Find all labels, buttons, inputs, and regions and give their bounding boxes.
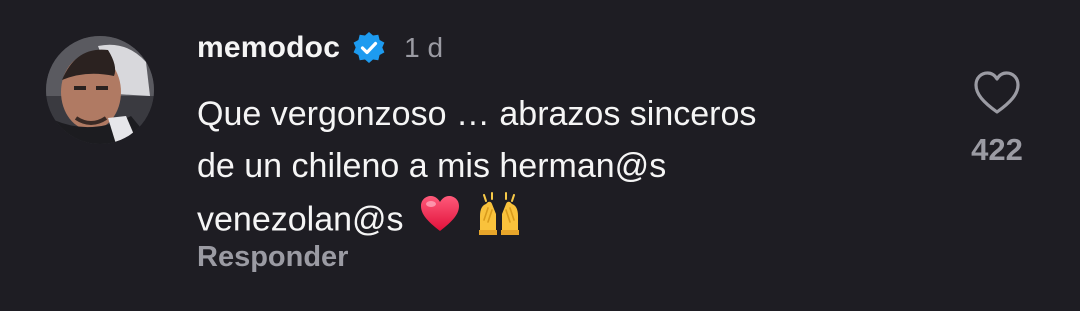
comment-text-line: Que vergonzoso … abrazos sinceros xyxy=(197,95,757,133)
raising-hands-emoji-icon xyxy=(476,192,522,251)
like-count: 422 xyxy=(971,132,1023,167)
heart-emoji-icon xyxy=(419,194,461,249)
timestamp: 1 d xyxy=(404,32,444,63)
username[interactable]: memodoc xyxy=(197,31,340,65)
avatar-photo xyxy=(46,36,154,144)
comment-text-line: de un chileno a mis herman@s xyxy=(197,147,667,185)
comment-text-line: venezolan@s xyxy=(197,200,404,239)
avatar[interactable] xyxy=(46,36,154,144)
like-section: 422 xyxy=(950,68,1044,168)
comment: memodoc 1 d Que vergonzoso … abrazos sin… xyxy=(0,0,1080,311)
heart-outline-icon[interactable] xyxy=(972,68,1022,118)
verified-badge-icon xyxy=(352,30,388,66)
comment-header: memodoc 1 d xyxy=(197,26,443,70)
comment-text: Que vergonzoso … abrazos sinceros de un … xyxy=(197,88,917,251)
reply-button[interactable]: Responder xyxy=(197,241,348,274)
